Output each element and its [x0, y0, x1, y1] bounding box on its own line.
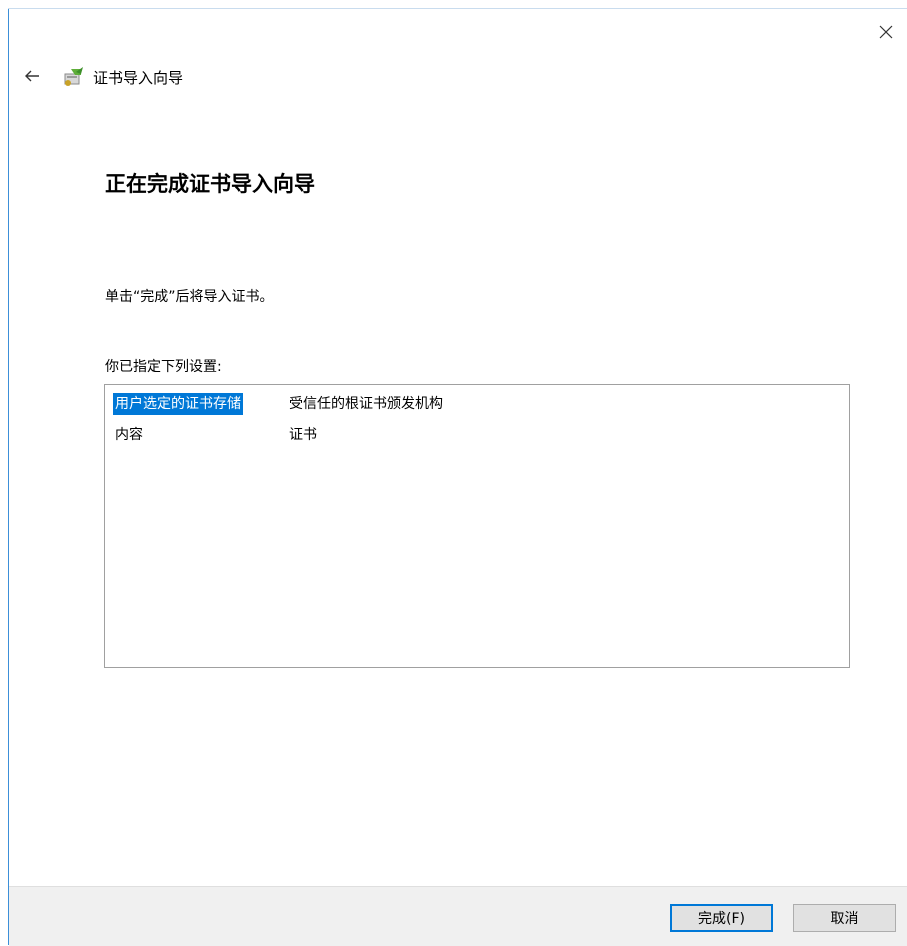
- settings-label: 你已指定下列设置:: [105, 359, 222, 375]
- back-button[interactable]: [18, 62, 46, 90]
- back-arrow-icon: [25, 70, 39, 82]
- settings-row-content[interactable]: 内容 证书: [113, 424, 317, 446]
- certificate-import-wizard-window: 证书导入向导 正在完成证书导入向导 单击“完成”后将导入证书。 你已指定下列设置…: [0, 0, 907, 946]
- window-border-left: [8, 8, 9, 945]
- window-border-top: [8, 8, 907, 9]
- settings-row-key[interactable]: 用户选定的证书存储: [113, 393, 243, 415]
- close-icon: [879, 25, 893, 39]
- cancel-button[interactable]: 取消: [793, 904, 896, 932]
- instruction-text: 单击“完成”后将导入证书。: [105, 289, 274, 305]
- wizard-footer: 完成(F) 取消: [9, 886, 907, 946]
- settings-list[interactable]: 用户选定的证书存储 受信任的根证书颁发机构 内容 证书: [104, 384, 850, 668]
- settings-row-value: 证书: [289, 427, 317, 443]
- settings-row-value: 受信任的根证书颁发机构: [289, 396, 443, 412]
- certificate-wizard-icon: [64, 67, 83, 86]
- wizard-title: 证书导入向导: [93, 69, 184, 87]
- settings-row-key[interactable]: 内容: [113, 424, 145, 446]
- finish-button[interactable]: 完成(F): [670, 904, 773, 932]
- page-heading: 正在完成证书导入向导: [105, 172, 315, 196]
- close-button[interactable]: [868, 14, 904, 50]
- settings-row-store[interactable]: 用户选定的证书存储 受信任的根证书颁发机构: [113, 393, 443, 415]
